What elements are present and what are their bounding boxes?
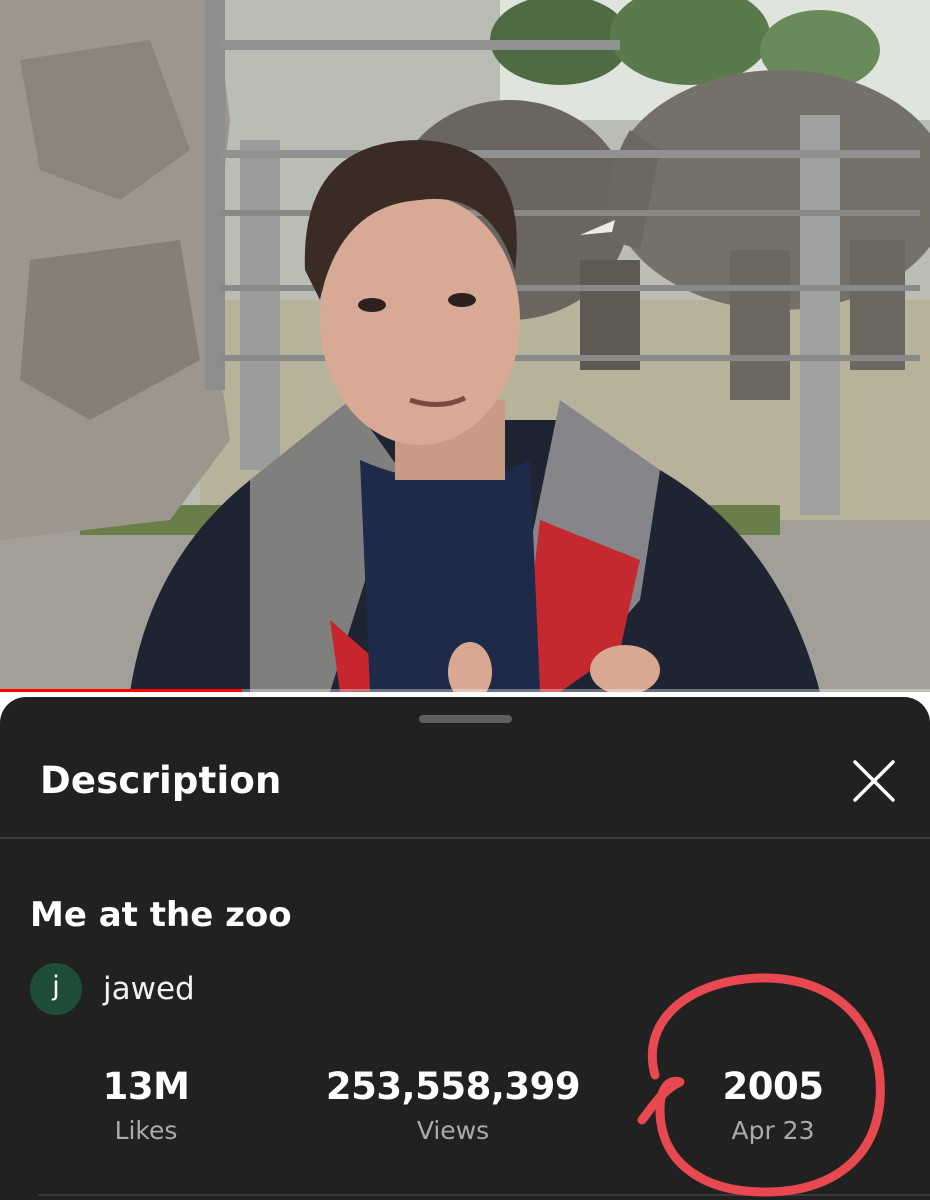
stat-value: 253,558,399 (325, 1065, 581, 1108)
header-divider (0, 837, 930, 839)
channel-name: jawed (103, 971, 195, 1007)
stat-value: 13M (102, 1065, 190, 1108)
video-progress-bar[interactable] (0, 689, 930, 692)
stat-value: 2005 (722, 1065, 824, 1108)
stat-label: Views (416, 1116, 490, 1145)
video-frame-thumbnail (0, 0, 930, 692)
avatar: j (30, 963, 82, 1015)
sheet-title: Description (40, 759, 282, 802)
channel-link[interactable]: j jawed (30, 963, 195, 1015)
stat-label: Likes (114, 1116, 178, 1145)
close-button[interactable] (846, 753, 902, 809)
close-icon (853, 760, 895, 802)
video-title: Me at the zoo (30, 895, 292, 935)
stat-likes: 13M Likes (0, 1065, 296, 1145)
stat-date: 2005 Apr 23 (623, 1065, 923, 1145)
video-progress-played (0, 689, 242, 692)
stat-label: Apr 23 (731, 1116, 815, 1145)
video-player[interactable] (0, 0, 930, 692)
drag-handle[interactable] (419, 715, 512, 723)
bottom-divider (38, 1194, 930, 1196)
description-sheet: Description Me at the zoo j jawed 13M Li… (0, 697, 930, 1200)
stat-views: 253,558,399 Views (303, 1065, 603, 1145)
